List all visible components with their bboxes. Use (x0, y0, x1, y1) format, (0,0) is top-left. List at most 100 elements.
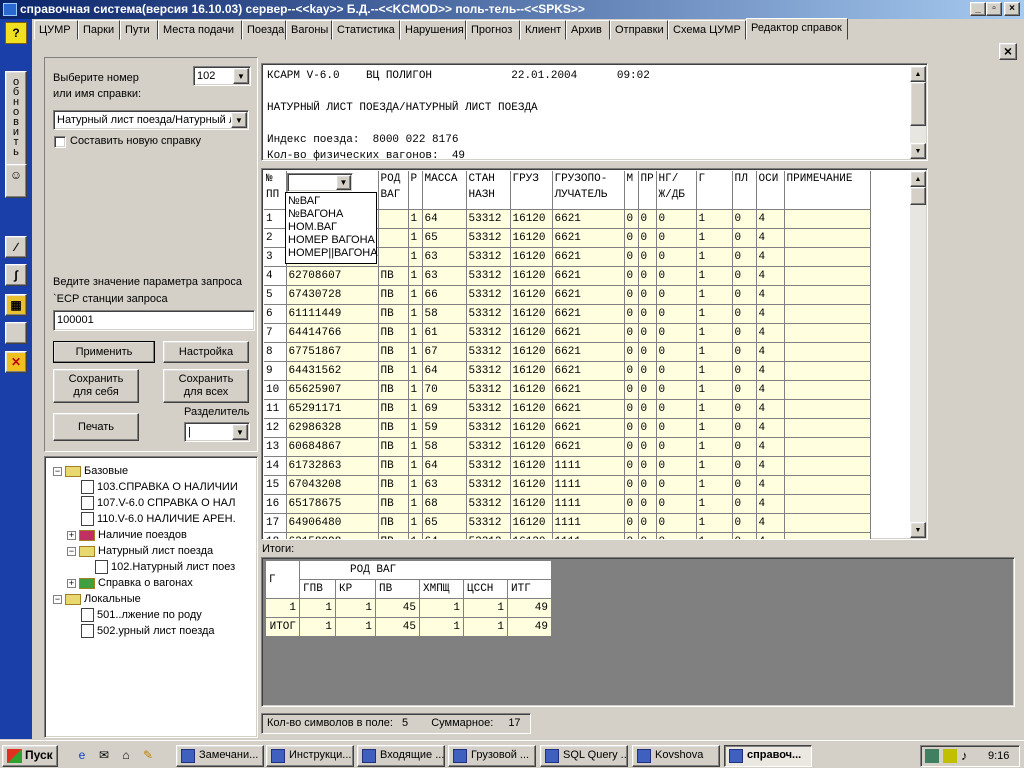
grid-cell[interactable] (378, 247, 409, 267)
grid-cell[interactable]: 1 (408, 475, 423, 495)
blank-tool-button[interactable] (5, 322, 27, 344)
grid-cell[interactable]: 63 (422, 247, 467, 267)
grid-cell[interactable]: 1 (696, 418, 733, 438)
speaker-icon[interactable]: ♪ (961, 748, 968, 763)
grid-cell[interactable]: 0 (732, 532, 757, 539)
grid-cell[interactable]: 1 (696, 266, 733, 286)
grid-cell[interactable]: 4 (756, 399, 785, 419)
grid-cell[interactable]: 0 (624, 304, 639, 324)
grid-cell[interactable]: 1 (408, 513, 423, 533)
grid-cell[interactable]: 53312 (466, 361, 511, 381)
grid-cell[interactable]: 0 (656, 323, 697, 343)
grid-cell[interactable]: 6621 (552, 361, 625, 381)
grid-cell[interactable]: 0 (656, 342, 697, 362)
grid-cell[interactable]: 6621 (552, 304, 625, 324)
grid-cell[interactable]: 1 (408, 247, 423, 267)
grid-cell[interactable] (784, 456, 871, 476)
header-scrollbar[interactable]: ▲ ▼ (910, 66, 926, 159)
grid-cell[interactable]: 53312 (466, 228, 511, 248)
grid-cell[interactable]: 1 (696, 399, 733, 419)
grid-cell[interactable]: 60684867 (286, 437, 379, 457)
grid-cell[interactable]: 53312 (466, 323, 511, 343)
tree-item[interactable]: + Наличие поездов (67, 527, 187, 543)
table-row[interactable]: 12 62986328 ПВ 1 59 53312 16120 6621 0 0 0 1 0 4 (264, 418, 871, 438)
grid-cell[interactable]: ПВ (378, 475, 409, 495)
grid-cell[interactable] (784, 323, 871, 343)
grid-cell[interactable]: 0 (638, 437, 657, 457)
grid-cell[interactable]: 0 (656, 494, 697, 514)
grid-cell[interactable]: 0 (624, 494, 639, 514)
grid-cell[interactable]: 64 (422, 456, 467, 476)
tab-8[interactable]: Нарушения (400, 20, 466, 40)
grid-cell[interactable]: 0 (656, 399, 697, 419)
grid-cell[interactable]: 0 (656, 418, 697, 438)
report-name-select[interactable]: Натурный лист поезда/Натурный л ▼ (53, 110, 249, 130)
table-row[interactable]: 6 61111449 ПВ 1 58 53312 16120 6621 0 0 0 1 0 4 (264, 304, 871, 324)
grid-cell[interactable]: 0 (656, 437, 697, 457)
grid-cell[interactable]: 4 (756, 418, 785, 438)
grid-cell[interactable]: 1 (408, 456, 423, 476)
grid-cell[interactable]: 0 (638, 228, 657, 248)
grid-cell[interactable]: 0 (624, 475, 639, 495)
grid-cell[interactable]: 16120 (510, 380, 553, 400)
grid-cell[interactable]: 0 (656, 228, 697, 248)
grid-cell[interactable]: 53312 (466, 399, 511, 419)
grid-cell[interactable]: 4 (756, 361, 785, 381)
clock[interactable]: 9:16 (988, 750, 1009, 762)
grid-cell[interactable]: 1111 (552, 494, 625, 514)
grid-cell[interactable]: 0 (624, 532, 639, 539)
table-row[interactable]: 1863158998ПВ16453312161201111000104 (264, 532, 871, 539)
grid-cell[interactable]: 6621 (552, 323, 625, 343)
grid-cell[interactable]: 1 (408, 532, 423, 539)
grid-header-cell[interactable]: СТАН НАЗН (466, 171, 511, 210)
table-tool-button[interactable]: ▦ (5, 294, 27, 316)
grid-cell[interactable]: 16120 (510, 418, 553, 438)
chevron-down-icon[interactable]: ▼ (231, 112, 247, 128)
grid-cell[interactable]: ПВ (378, 285, 409, 305)
scroll-up-icon[interactable]: ▲ (910, 171, 926, 187)
grid-cell[interactable]: 0 (732, 513, 757, 533)
tab-7[interactable]: Статистика (332, 20, 400, 40)
grid-header-cell[interactable]: Г (696, 171, 733, 210)
grid-cell[interactable]: 16120 (510, 247, 553, 267)
grid-cell[interactable]: ПВ (378, 361, 409, 381)
table-row[interactable]: 5 67430728 ПВ 1 66 53312 16120 6621 0 0 0 1 0 4 (264, 285, 871, 305)
tree-item[interactable]: 110.V-6.0 НАЛИЧИЕ АРЕН. (81, 511, 236, 527)
grid-cell[interactable]: 0 (638, 285, 657, 305)
grid-cell[interactable] (784, 513, 871, 533)
grid-cell[interactable]: 0 (638, 247, 657, 267)
apply-button[interactable]: Применить (53, 341, 155, 363)
grid-cell[interactable] (784, 304, 871, 324)
grid-cell[interactable]: 0 (638, 342, 657, 362)
grid-cell[interactable]: 53312 (466, 247, 511, 267)
grid-cell[interactable]: 67 (422, 342, 467, 362)
grid-cell[interactable] (784, 532, 871, 539)
tab-12[interactable]: Отправки (610, 20, 668, 40)
grid-cell[interactable]: 6621 (552, 266, 625, 286)
grid-cell[interactable]: 4 (756, 285, 785, 305)
grid-cell[interactable]: 0 (656, 475, 697, 495)
tab-3[interactable]: Пути (120, 20, 158, 40)
tab-13[interactable]: Схема ЦУМР (668, 20, 746, 40)
grid-cell[interactable]: 16 (264, 494, 287, 514)
table-row[interactable]: 13 60684867 ПВ 1 58 53312 16120 6621 0 0 0 1 0 4 (264, 437, 871, 457)
grid-cell[interactable]: 1 (408, 304, 423, 324)
grid-cell[interactable]: 1111 (552, 532, 625, 539)
dropdown-option[interactable]: №ВАГ (288, 195, 320, 208)
table-row[interactable]: 11 65291171 ПВ 1 69 53312 16120 6621 0 0 0 1 0 4 (264, 399, 871, 419)
grid-cell[interactable]: 1 (408, 494, 423, 514)
scroll-thumb[interactable] (910, 187, 926, 205)
table-row[interactable]: 15 67043208 ПВ 1 63 53312 16120 1111 0 0 0 1 0 4 (264, 475, 871, 495)
grid-cell[interactable]: 6621 (552, 209, 625, 229)
grid-cell[interactable]: 0 (624, 418, 639, 438)
settings-button[interactable]: Настройка (163, 341, 249, 363)
curve-tool-button[interactable]: ∫ (5, 264, 27, 286)
grid-cell[interactable]: 6 (264, 304, 287, 324)
grid-cell[interactable]: 4 (756, 209, 785, 229)
grid-cell[interactable]: 0 (656, 266, 697, 286)
grid-cell[interactable] (378, 209, 409, 229)
grid-cell[interactable]: 0 (656, 209, 697, 229)
grid-cell[interactable]: 0 (732, 285, 757, 305)
chevron-down-icon[interactable]: ▼ (232, 424, 248, 440)
grid-cell[interactable]: 15 (264, 475, 287, 495)
